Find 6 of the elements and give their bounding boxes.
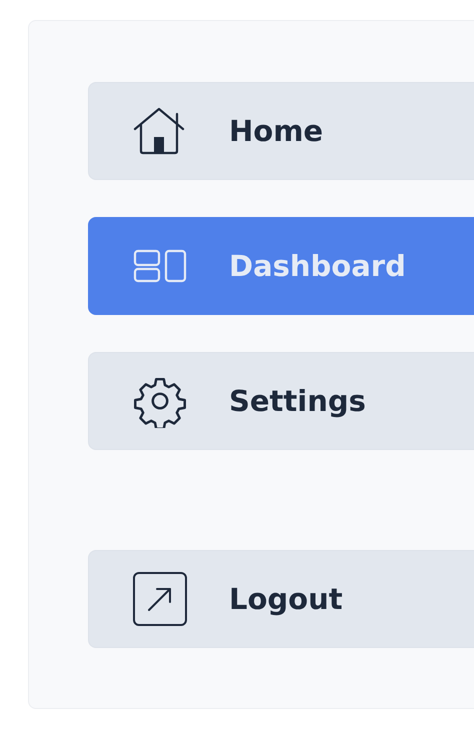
nav-item[interactable]: Settings xyxy=(88,352,474,450)
nav-item[interactable]: Home xyxy=(88,82,474,180)
arrow-box-icon xyxy=(133,572,187,626)
house-icon xyxy=(133,107,187,155)
dashboard-icon xyxy=(133,249,187,283)
nav-item[interactable]: Logout xyxy=(88,550,474,648)
